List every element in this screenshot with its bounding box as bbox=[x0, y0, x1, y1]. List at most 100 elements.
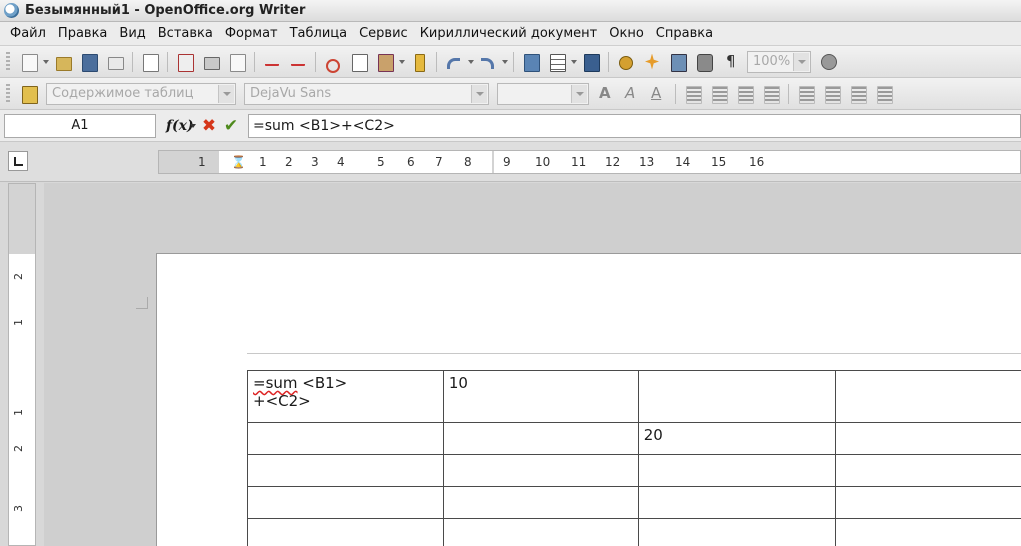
bullets-icon[interactable] bbox=[821, 83, 843, 105]
menu-edit[interactable]: Правка bbox=[52, 26, 113, 41]
formula-input[interactable]: =sum <B1>+<C2> bbox=[248, 113, 1021, 138]
horizontal-ruler[interactable]: 1 ⌛ 1 2 3 4 5 6 7 8 9 10 11 12 13 14 15 … bbox=[158, 150, 1021, 174]
separator bbox=[436, 51, 437, 72]
autospellcheck-icon[interactable] bbox=[287, 51, 309, 73]
increase-indent-icon[interactable] bbox=[873, 83, 895, 105]
menu-window[interactable]: Окно bbox=[603, 26, 650, 41]
menu-help[interactable]: Справка bbox=[650, 26, 719, 41]
menu-insert[interactable]: Вставка bbox=[152, 26, 219, 41]
left-margin-shade bbox=[159, 151, 219, 173]
cut-icon[interactable] bbox=[322, 51, 344, 73]
chevron-down-icon[interactable] bbox=[571, 84, 587, 103]
email-icon[interactable] bbox=[104, 51, 126, 73]
table-cell-d4[interactable] bbox=[834, 486, 1021, 519]
table-cell-c4[interactable] bbox=[637, 486, 836, 519]
align-center-icon[interactable] bbox=[708, 83, 730, 105]
undo-icon[interactable] bbox=[443, 51, 465, 73]
decrease-indent-icon[interactable] bbox=[847, 83, 869, 105]
table-cell-a1[interactable]: =sum <B1> +<C2> bbox=[247, 370, 444, 423]
font-name-combo[interactable]: DejaVu Sans bbox=[244, 82, 489, 105]
print-preview-icon[interactable] bbox=[226, 51, 248, 73]
save-icon[interactable] bbox=[78, 51, 100, 73]
toolbar-grip[interactable] bbox=[6, 83, 10, 104]
chevron-down-icon[interactable] bbox=[793, 52, 809, 71]
table-cell-c3[interactable] bbox=[637, 454, 836, 487]
menu-file[interactable]: Файл bbox=[4, 26, 52, 41]
italic-icon[interactable] bbox=[621, 83, 643, 105]
table-cell-b2[interactable] bbox=[442, 422, 639, 455]
table-cell-a5[interactable] bbox=[247, 518, 444, 546]
table-cell-c2[interactable]: 20 bbox=[637, 422, 836, 455]
cell-reference-box[interactable]: A1 bbox=[4, 113, 156, 138]
table-cell-c5[interactable] bbox=[637, 518, 836, 546]
table-cell-b5[interactable] bbox=[442, 518, 639, 546]
table-cell-c1[interactable] bbox=[637, 370, 836, 423]
help-icon[interactable] bbox=[817, 51, 839, 73]
ruler-tick: 5 bbox=[377, 155, 385, 169]
menu-tools[interactable]: Сервис bbox=[353, 26, 414, 41]
table-cell-a3[interactable] bbox=[247, 454, 444, 487]
table-cell-b4[interactable] bbox=[442, 486, 639, 519]
table-cell-b1[interactable]: 10 bbox=[442, 370, 639, 423]
table-cell-b3[interactable] bbox=[442, 454, 639, 487]
vertical-ruler[interactable]: 2 1 1 2 3 bbox=[8, 183, 36, 546]
bold-icon[interactable] bbox=[595, 83, 617, 105]
hyperlink-icon[interactable] bbox=[520, 51, 542, 73]
accept-check-icon[interactable]: ✔ bbox=[220, 116, 242, 136]
table-dropdown-icon[interactable] bbox=[570, 51, 578, 73]
underline-icon[interactable] bbox=[647, 83, 669, 105]
data-sources-icon[interactable] bbox=[693, 51, 715, 73]
open-folder-icon[interactable] bbox=[52, 51, 74, 73]
paragraph-style-combo[interactable]: Содержимое таблиц bbox=[46, 82, 236, 105]
tab-stop-selector-icon[interactable] bbox=[8, 151, 28, 171]
chevron-down-icon[interactable] bbox=[218, 84, 234, 103]
menu-cyrillic-document[interactable]: Кириллический документ bbox=[414, 26, 604, 41]
cancel-x-icon[interactable]: ✖ bbox=[198, 116, 220, 136]
menu-table[interactable]: Таблица bbox=[284, 26, 354, 41]
paste-icon[interactable] bbox=[374, 51, 396, 73]
navigator-icon[interactable] bbox=[641, 51, 663, 73]
spellcheck-icon[interactable] bbox=[261, 51, 283, 73]
redo-icon[interactable] bbox=[477, 51, 499, 73]
export-pdf-icon[interactable] bbox=[174, 51, 196, 73]
print-icon[interactable] bbox=[200, 51, 222, 73]
chevron-down-icon[interactable] bbox=[471, 84, 487, 103]
font-size-combo[interactable] bbox=[497, 82, 589, 105]
text-boundary-line bbox=[247, 353, 1021, 354]
table-cell-a2[interactable] bbox=[247, 422, 444, 455]
numbering-icon[interactable] bbox=[795, 83, 817, 105]
align-right-icon[interactable] bbox=[734, 83, 756, 105]
separator bbox=[608, 51, 609, 72]
table-cell-d3[interactable] bbox=[834, 454, 1021, 487]
paste-dropdown-icon[interactable] bbox=[398, 51, 406, 73]
menu-format[interactable]: Формат bbox=[219, 26, 284, 41]
column-marker[interactable] bbox=[492, 151, 494, 173]
new-document-icon[interactable] bbox=[18, 51, 40, 73]
table-cell-d5[interactable] bbox=[834, 518, 1021, 546]
font-name-value: DejaVu Sans bbox=[250, 86, 332, 101]
new-dropdown-icon[interactable] bbox=[42, 51, 50, 73]
find-replace-icon[interactable] bbox=[615, 51, 637, 73]
indent-marker-icon[interactable]: ⌛ bbox=[231, 155, 246, 169]
edit-file-icon[interactable] bbox=[139, 51, 161, 73]
align-left-icon[interactable] bbox=[682, 83, 704, 105]
clone-formatting-icon[interactable] bbox=[408, 51, 430, 73]
styles-formatting-icon[interactable] bbox=[18, 83, 40, 105]
copy-icon[interactable] bbox=[348, 51, 370, 73]
table-cell-d2[interactable] bbox=[834, 422, 1021, 455]
show-draw-functions-icon[interactable] bbox=[580, 51, 602, 73]
table-cell-d1[interactable] bbox=[834, 370, 1021, 423]
table-cell-a4[interactable] bbox=[247, 486, 444, 519]
function-icon[interactable]: f(x) bbox=[166, 118, 194, 134]
toolbar-grip[interactable] bbox=[6, 51, 10, 72]
zoom-combo[interactable]: 100% bbox=[747, 50, 811, 73]
undo-dropdown-icon[interactable] bbox=[467, 51, 475, 73]
justify-icon[interactable] bbox=[760, 83, 782, 105]
redo-dropdown-icon[interactable] bbox=[501, 51, 509, 73]
formatting-marks-icon[interactable] bbox=[719, 51, 741, 73]
ruler-tick: 1 bbox=[259, 155, 267, 169]
insert-table-icon[interactable] bbox=[546, 51, 568, 73]
gallery-icon[interactable] bbox=[667, 51, 689, 73]
formula-dropdown-icon[interactable] bbox=[188, 115, 198, 137]
menu-view[interactable]: Вид bbox=[113, 26, 151, 41]
